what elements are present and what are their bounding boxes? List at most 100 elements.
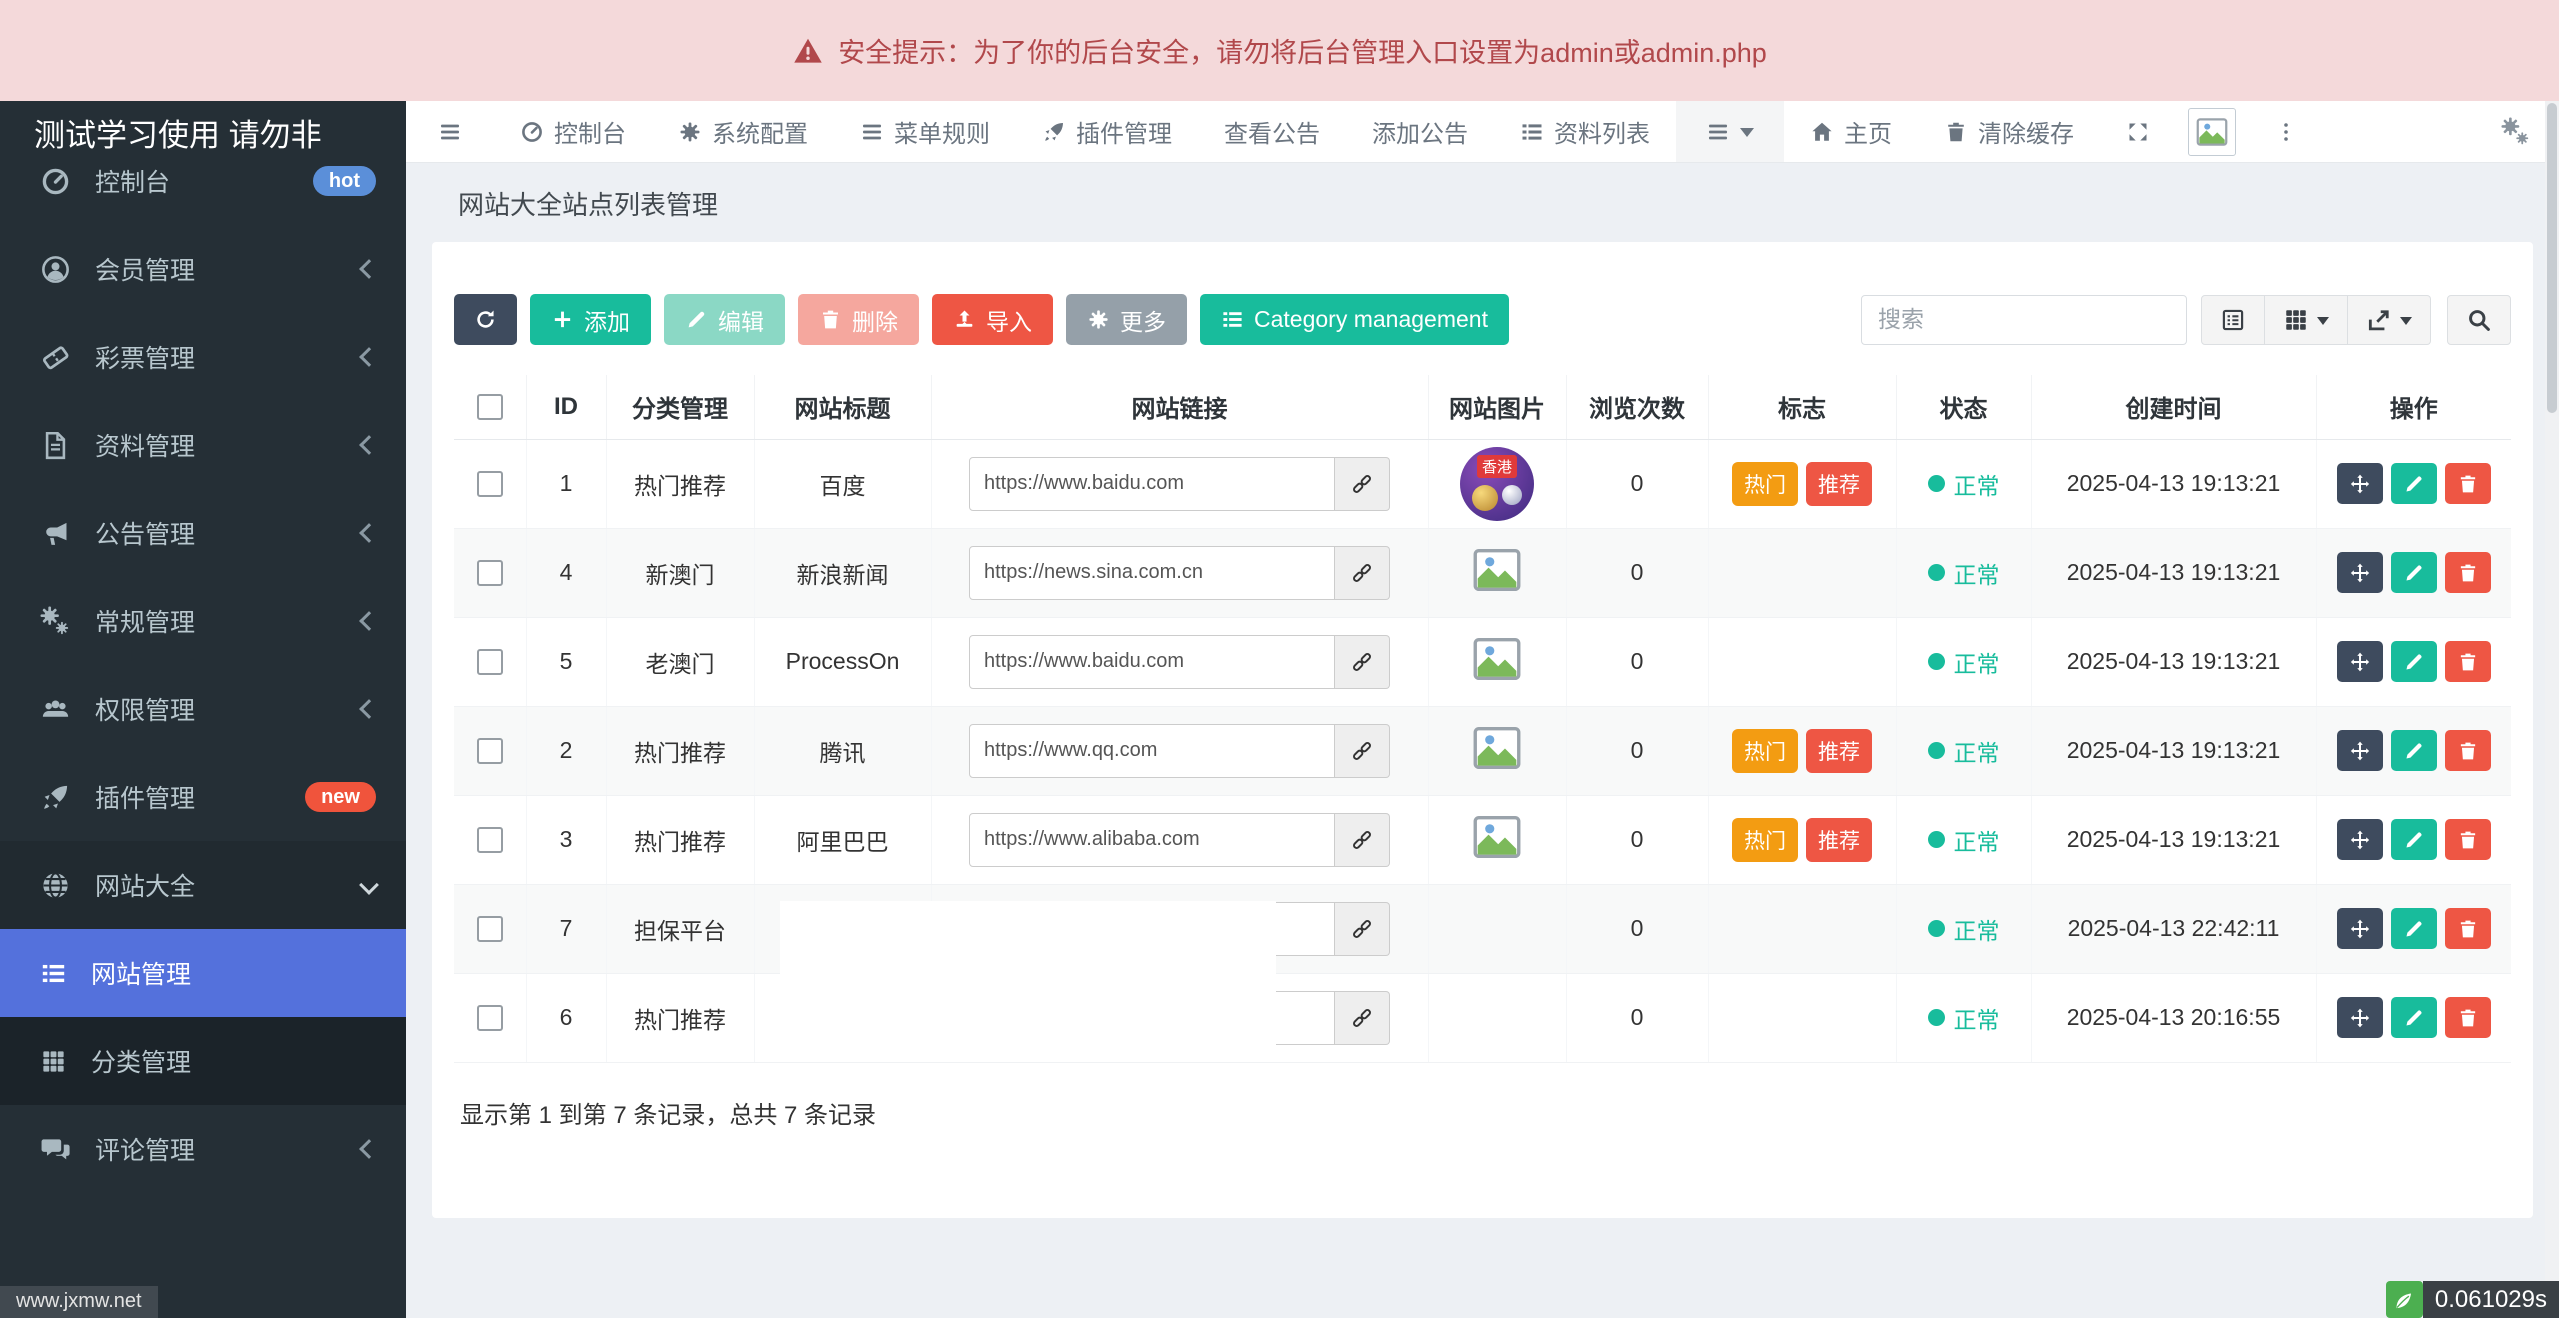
columns-button[interactable]	[2265, 295, 2348, 345]
grid-icon	[40, 1048, 67, 1075]
trash-icon	[1944, 120, 1968, 144]
move-button[interactable]	[2337, 997, 2383, 1038]
import-button[interactable]: 导入	[932, 294, 1053, 345]
tabs-dropdown[interactable]	[1676, 101, 1784, 162]
warning-icon	[792, 36, 824, 66]
row-edit-button[interactable]	[2391, 641, 2437, 682]
tab-plugin-management[interactable]: 插件管理	[1016, 101, 1198, 162]
row-select-cell	[454, 973, 526, 1062]
move-button[interactable]	[2337, 908, 2383, 949]
row-edit-button[interactable]	[2391, 908, 2437, 949]
open-link-button[interactable]	[1335, 724, 1390, 778]
row-checkbox[interactable]	[477, 649, 503, 675]
website-link-input[interactable]	[969, 724, 1335, 778]
sidebar-item-label: 插件管理	[95, 779, 305, 815]
website-link-input[interactable]	[969, 546, 1335, 600]
sidebar-item-插件管理[interactable]: 插件管理new	[0, 753, 406, 841]
row-delete-button[interactable]	[2445, 730, 2491, 771]
row-edit-button[interactable]	[2391, 819, 2437, 860]
website-link-input[interactable]	[969, 813, 1335, 867]
sidebar-item-常规管理[interactable]: 常规管理	[0, 577, 406, 665]
tab-view-announcement[interactable]: 查看公告	[1198, 101, 1346, 162]
pencil-icon	[2403, 740, 2425, 762]
row-flags: 热门推荐	[1708, 706, 1896, 795]
sidebar-item-网站大全[interactable]: 网站大全	[0, 841, 406, 929]
settings-cogs-icon[interactable]	[2499, 117, 2533, 147]
edit-button[interactable]: 编辑	[664, 294, 785, 345]
export-button[interactable]	[2348, 295, 2431, 345]
search-button[interactable]	[2447, 295, 2511, 345]
row-delete-button[interactable]	[2445, 641, 2491, 682]
sidebar-item-资料管理[interactable]: 资料管理	[0, 401, 406, 489]
sidebar-item-分类管理[interactable]: 分类管理	[0, 1017, 406, 1105]
row-image-cell	[1428, 973, 1566, 1062]
row-status: 正常	[1896, 973, 2031, 1062]
open-link-button[interactable]	[1335, 991, 1390, 1045]
delete-button[interactable]: 删除	[798, 294, 919, 345]
home[interactable]: 主页	[1784, 101, 1918, 162]
category-management-button[interactable]: Category management	[1200, 294, 1509, 345]
status-label: 正常	[1954, 467, 2000, 501]
website-link-input[interactable]	[969, 635, 1335, 689]
trace-toggle[interactable]	[2386, 1281, 2423, 1318]
tab-menu-rules[interactable]: 菜单规则	[834, 101, 1016, 162]
more-menu[interactable]	[2248, 101, 2324, 162]
status-dot	[1928, 1009, 1945, 1026]
fullscreen[interactable]	[2100, 101, 2176, 162]
add-button[interactable]: 添加	[530, 294, 651, 345]
vertical-scrollbar	[2545, 101, 2559, 1318]
open-link-button[interactable]	[1335, 902, 1390, 956]
row-checkbox[interactable]	[477, 827, 503, 853]
row-delete-button[interactable]	[2445, 463, 2491, 504]
move-button[interactable]	[2337, 819, 2383, 860]
sidebar: 测试学习使用 请勿非 控制台hot会员管理彩票管理资料管理公告管理常规管理权限管…	[0, 101, 406, 1318]
row-edit-button[interactable]	[2391, 730, 2437, 771]
select-all-checkbox[interactable]	[477, 394, 503, 420]
row-checkbox[interactable]	[477, 738, 503, 764]
search-input[interactable]	[1861, 295, 2187, 345]
trace-timer[interactable]: 0.061029s	[2386, 1281, 2559, 1318]
tab-add-announcement[interactable]: 添加公告	[1346, 101, 1494, 162]
row-delete-button[interactable]	[2445, 997, 2491, 1038]
row-delete-button[interactable]	[2445, 908, 2491, 949]
row-link-cell	[931, 795, 1428, 884]
move-button[interactable]	[2337, 552, 2383, 593]
scrollbar-thumb[interactable]	[2547, 103, 2557, 413]
sidebar-item-彩票管理[interactable]: 彩票管理	[0, 313, 406, 401]
sidebar-item-网站管理[interactable]: 网站管理	[0, 929, 406, 1017]
move-button[interactable]	[2337, 641, 2383, 682]
move-button[interactable]	[2337, 463, 2383, 504]
sidebar-item-会员管理[interactable]: 会员管理	[0, 225, 406, 313]
sidebar-item-权限管理[interactable]: 权限管理	[0, 665, 406, 753]
move-button[interactable]	[2337, 730, 2383, 771]
sidebar-item-评论管理[interactable]: 评论管理	[0, 1105, 406, 1193]
tab-dashboard[interactable]: 控制台	[494, 101, 652, 162]
chevron-left-icon	[359, 699, 379, 719]
refresh-button[interactable]	[454, 294, 517, 345]
row-delete-button[interactable]	[2445, 819, 2491, 860]
row-checkbox[interactable]	[477, 1005, 503, 1031]
open-link-button[interactable]	[1335, 457, 1390, 511]
open-link-button[interactable]	[1335, 813, 1390, 867]
row-checkbox[interactable]	[477, 560, 503, 586]
clear-cache[interactable]: 清除缓存	[1918, 101, 2100, 162]
open-link-button[interactable]	[1335, 635, 1390, 689]
row-checkbox[interactable]	[477, 916, 503, 942]
row-edit-button[interactable]	[2391, 997, 2437, 1038]
avatar[interactable]	[2188, 108, 2236, 156]
tab-data-list[interactable]: 资料列表	[1494, 101, 1676, 162]
row-created-time: 2025-04-13 20:16:55	[2031, 973, 2316, 1062]
sidebar-item-公告管理[interactable]: 公告管理	[0, 489, 406, 577]
row-checkbox[interactable]	[477, 471, 503, 497]
column-header-网站标题: 网站标题	[754, 375, 931, 439]
row-delete-button[interactable]	[2445, 552, 2491, 593]
tab-system-config[interactable]: 系统配置	[652, 101, 834, 162]
row-image-cell	[1428, 706, 1566, 795]
toggle-view-button[interactable]	[2201, 295, 2265, 345]
website-link-input[interactable]	[969, 457, 1335, 511]
row-edit-button[interactable]	[2391, 463, 2437, 504]
row-edit-button[interactable]	[2391, 552, 2437, 593]
sidebar-toggle[interactable]	[406, 101, 494, 162]
open-link-button[interactable]	[1335, 546, 1390, 600]
more-button[interactable]: 更多	[1066, 294, 1187, 345]
